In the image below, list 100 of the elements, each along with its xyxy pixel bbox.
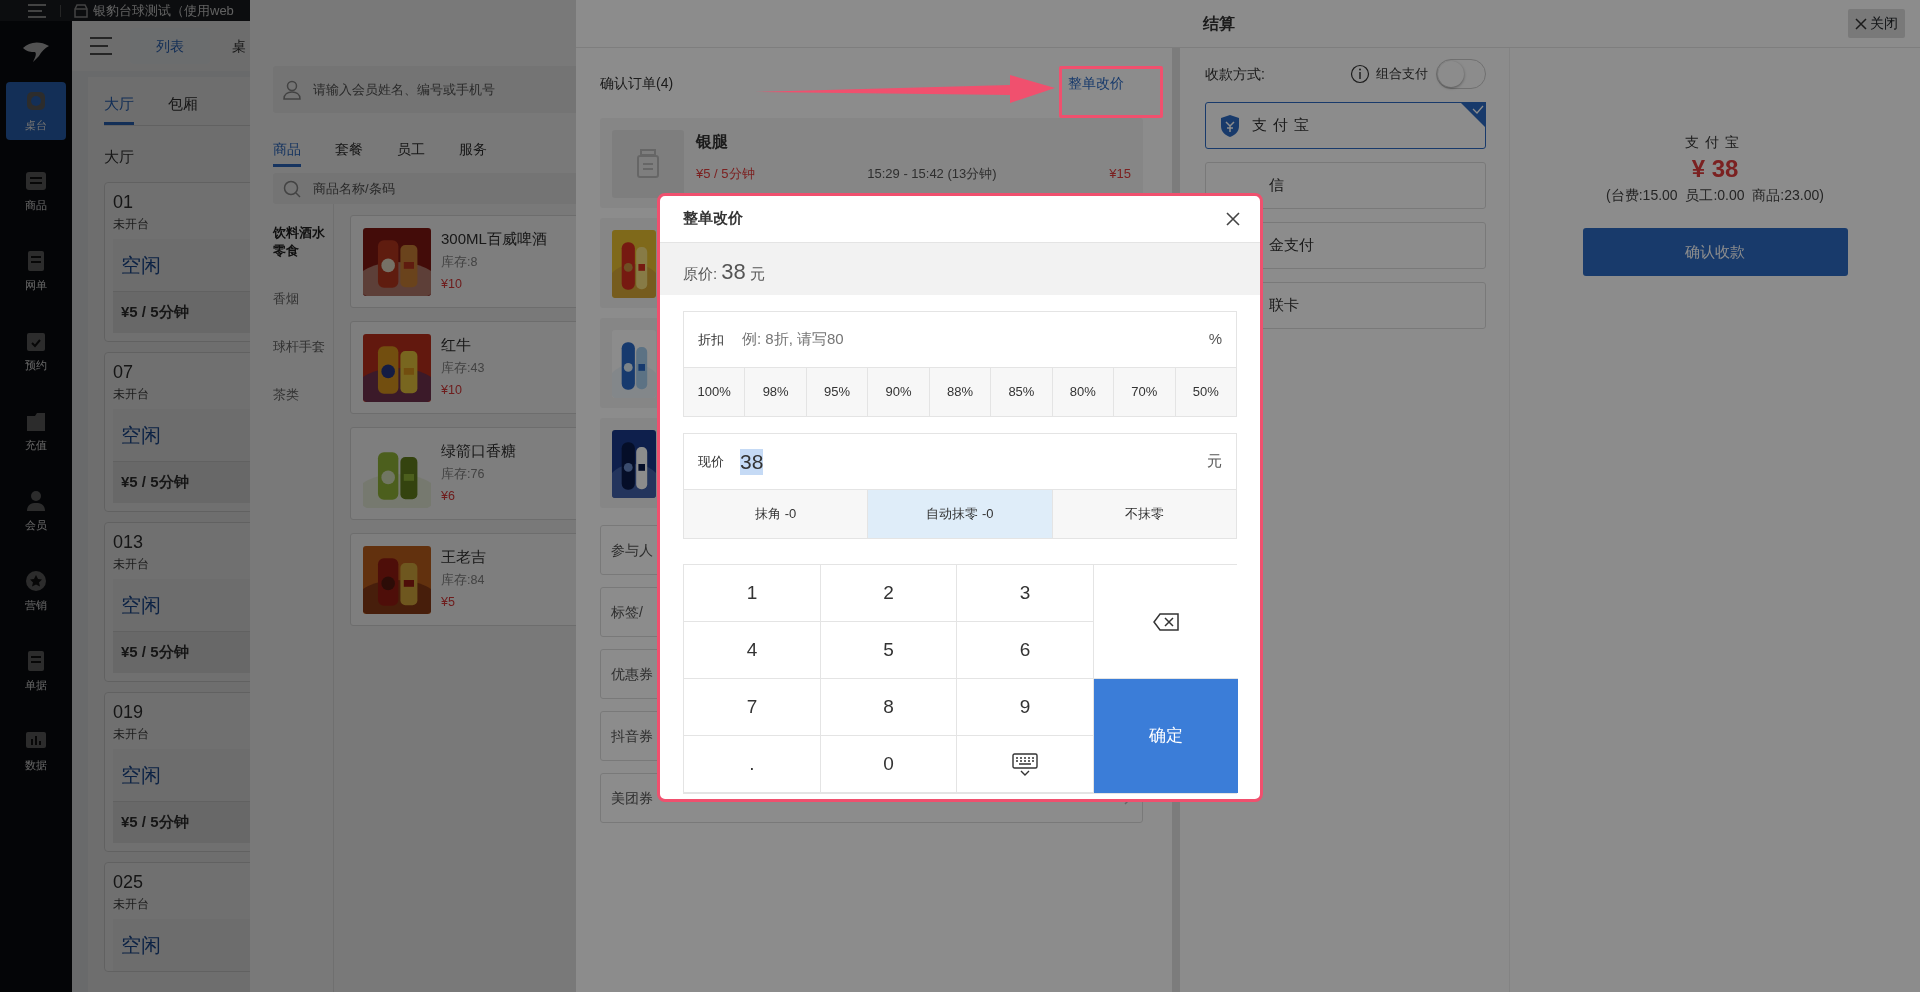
person-icon [283,79,301,100]
current-price-field[interactable]: 38 [740,448,764,475]
category-item[interactable]: 饮料酒水零食 [273,224,333,260]
discount-preset-button[interactable]: 88% [928,368,991,416]
keypad-key[interactable]: 1 [684,565,821,622]
item-name: 银腿 [696,132,729,152]
area-tab[interactable]: 大厅 [104,87,134,125]
sidebar-item[interactable]: 商品 [6,162,66,220]
product-price: ¥10 [441,276,463,294]
discount-preset-button[interactable]: 98% [744,368,806,416]
summary-method: 支付宝 [1685,133,1745,152]
product-name: 红牛 [441,335,472,355]
sidebar-item[interactable]: 会员 [6,482,66,540]
app-title: 银豹台球测试（使用web [93,1,234,20]
keypad-key[interactable]: 9 [957,679,1094,736]
product-stock: 库存:76 [441,465,486,483]
table-state: 未开台 [113,386,149,403]
jar-icon [635,149,661,179]
item-amount: ¥15 [1109,166,1131,182]
menu-icon [90,37,114,55]
table-state: 未开台 [113,556,149,573]
rounding-option[interactable]: 不抹零 [1051,490,1236,538]
product-name: 绿箭口香糖 [441,441,516,461]
keypad-key[interactable]: 0 [821,736,957,793]
sidebar-item[interactable]: 网单 [6,242,66,300]
row-label: 标签/ [611,602,643,622]
product-stock: 库存:8 [441,253,479,271]
product-stock: 库存:84 [441,571,486,589]
table-number: 019 [113,701,145,723]
table-status: 空闲 [121,763,161,788]
store-icon [73,2,89,19]
table-status: 空闲 [121,593,161,618]
confirm-key[interactable]: 确定 [1094,679,1238,793]
keypad-key[interactable]: 2 [821,565,957,622]
combo-pay-label: 组合支付 [1376,65,1428,83]
discount-preset-button[interactable]: 90% [867,368,929,416]
check-corner-icon [1460,102,1486,128]
confirm-payment-button[interactable]: 确认收款 [1582,228,1848,276]
close-button[interactable]: 关闭 [1848,9,1905,38]
product-tab[interactable]: 商品 [273,135,301,167]
payment-option[interactable]: 信 [1205,162,1486,209]
area-tab[interactable]: 包厢 [168,87,198,125]
keypad-key[interactable]: 8 [821,679,957,736]
product-price: ¥10 [441,382,463,400]
hide-keyboard-key[interactable] [957,736,1094,793]
summary-breakdown: (台费:15.00 员工:0.00 商品:23.00) [1606,186,1824,205]
rounding-option[interactable]: 抹角 -0 [684,490,868,538]
close-icon [1225,211,1241,227]
discount-preset-button[interactable]: 70% [1113,368,1175,416]
reprice-link[interactable]: 整单改价 [1068,72,1124,94]
sidebar-item[interactable]: 桌台 [6,82,66,140]
table-status: 空闲 [121,253,161,278]
drawer-title: 结算 [1203,13,1235,34]
category-item[interactable]: 茶类 [273,386,333,404]
keypad-key[interactable]: . [684,736,821,793]
search-icon [283,179,301,198]
product-price: ¥6 [441,488,456,506]
row-label: 抖音券 [611,726,653,746]
keypad-key[interactable]: 5 [821,622,957,679]
payment-option[interactable]: 支付宝 [1205,102,1486,149]
table-number: 013 [113,531,145,553]
section-title: 大厅 [104,146,134,167]
table-state: 未开台 [113,726,149,743]
discount-preset-button[interactable]: 50% [1174,368,1236,416]
keypad-key[interactable]: 3 [957,565,1094,622]
keypad-key[interactable]: 7 [684,679,821,736]
sidebar-item[interactable]: 营销 [6,562,66,620]
keyboard-icon [1012,752,1038,777]
backspace-icon [1153,613,1179,632]
table-number: 025 [113,871,145,893]
product-tab[interactable]: 员工 [397,135,425,167]
close-button[interactable] [1224,210,1242,228]
rounding-option[interactable]: 自动抹零 -0 [867,490,1052,538]
original-price-label: 原价: [683,264,718,284]
table-number: 01 [113,191,135,213]
discount-preset-button[interactable]: 85% [990,368,1052,416]
combo-pay-toggle[interactable] [1436,59,1486,89]
product-tab[interactable]: 服务 [459,135,487,167]
discount-preset-button[interactable]: 80% [1051,368,1114,416]
close-icon [1855,17,1867,30]
category-item[interactable]: 香烟 [273,290,333,308]
table-rate: ¥5 / 5分钟 [121,472,189,493]
table-status: 空闲 [121,933,161,958]
discount-preset-button[interactable]: 95% [805,368,868,416]
table-rate: ¥5 / 5分钟 [121,302,189,323]
sidebar-item[interactable]: 数据 [6,722,66,780]
product-stock: 库存:43 [441,359,485,377]
discount-label: 折扣 [698,330,724,349]
info-icon [1350,64,1370,84]
discount-preset-button[interactable]: 100% [684,368,745,416]
sidebar-item[interactable]: 预约 [6,322,66,380]
row-label: 参与人 [611,540,653,560]
currency-unit: 元 [1207,451,1222,472]
sidebar-item[interactable]: 单据 [6,642,66,700]
keypad-key[interactable]: 6 [957,622,1094,679]
keypad-key[interactable]: 4 [684,622,821,679]
product-tab[interactable]: 套餐 [335,135,363,167]
dialog-title: 整单改价 [683,209,743,229]
sidebar-item[interactable]: 充值 [6,402,66,460]
payment-name: 联卡 [1269,295,1299,316]
